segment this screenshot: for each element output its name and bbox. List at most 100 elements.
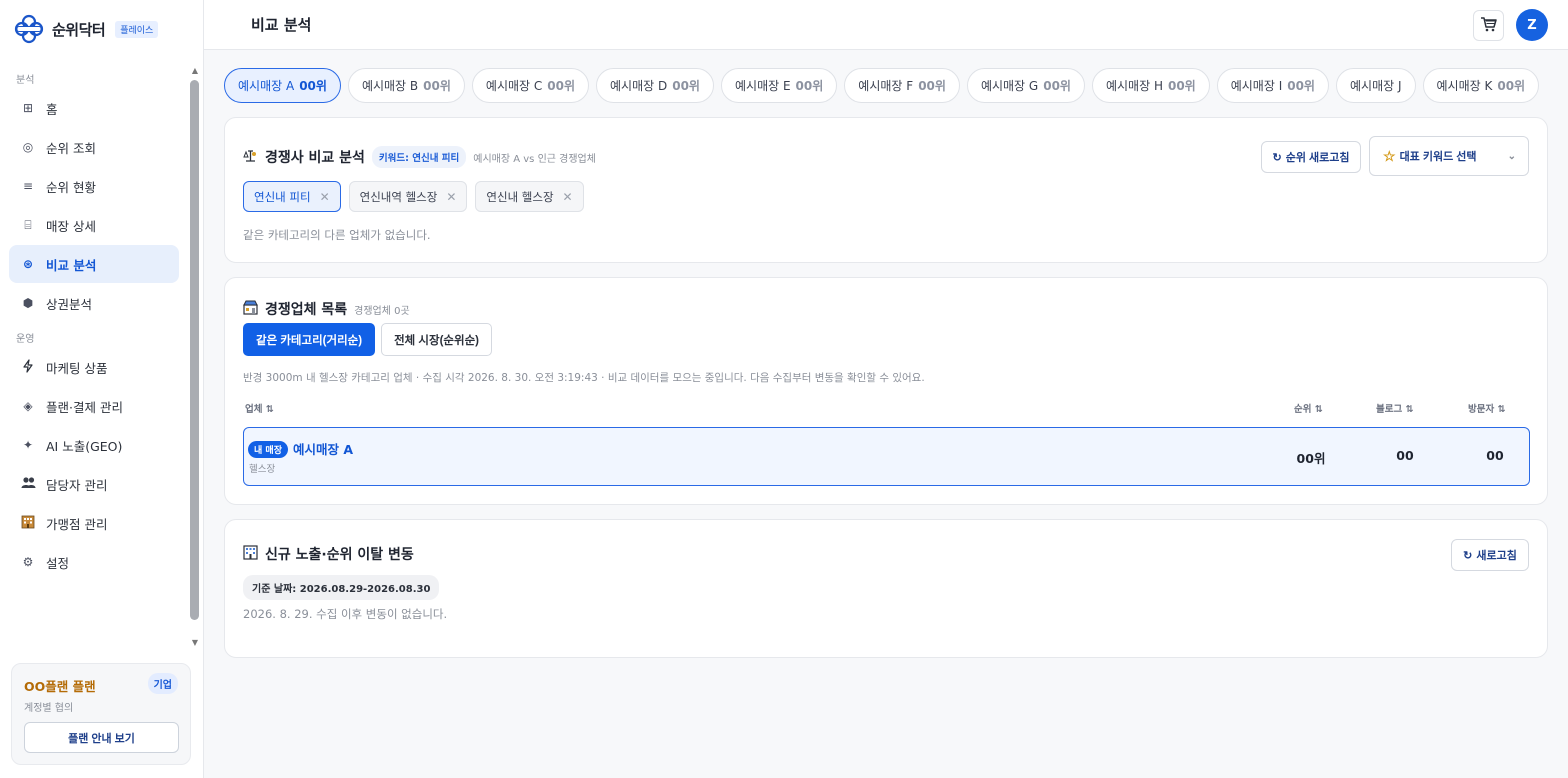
brand-logo-icon bbox=[14, 14, 44, 44]
store-tab-rank: 00위 bbox=[1043, 79, 1071, 93]
sidebar-item-label: 비교 분석 bbox=[46, 257, 97, 273]
scroll-down-arrow-icon[interactable]: ▼ bbox=[190, 638, 200, 648]
scroll-thumb[interactable] bbox=[190, 80, 199, 620]
column-header-visitor[interactable]: 방문자 ⇅ bbox=[1468, 401, 1506, 415]
store-tab-j[interactable]: 예시매장 J bbox=[1335, 68, 1416, 103]
plan-guide-button[interactable]: 플랜 안내 보기 bbox=[24, 722, 179, 753]
store-tab-d[interactable]: 예시매장 D 00위 bbox=[596, 68, 714, 103]
refresh-icon: ↻ bbox=[1272, 151, 1282, 164]
keyword-chip[interactable]: 연신내 헬스장 ✕ bbox=[475, 181, 584, 212]
store-tab-g[interactable]: 예시매장 G 00위 bbox=[966, 68, 1085, 103]
store-tab-h[interactable]: 예시매장 H 00위 bbox=[1091, 68, 1210, 103]
compare-icon: ⊛ bbox=[22, 257, 34, 271]
store-tab-name: 예시매장 B bbox=[361, 79, 419, 93]
cart-icon bbox=[1480, 16, 1498, 35]
button-label: 새로고침 bbox=[1476, 550, 1517, 562]
store-tab-c[interactable]: 예시매장 C 00위 bbox=[471, 68, 590, 103]
store-tab-rank: 00위 bbox=[547, 79, 576, 93]
cart-button[interactable] bbox=[1473, 10, 1504, 41]
card-title: 신규 노출·순위 이탈 변동 bbox=[265, 547, 414, 563]
target-icon: ◎ bbox=[22, 140, 34, 154]
sidebar-item-label: 상권분석 bbox=[46, 296, 93, 312]
plan-subtitle: 계정별 협의 bbox=[24, 703, 74, 714]
sidebar-nav: 분석 ⊞ 홈 ◎ 순위 조회 ≡ 순위 현황 ⌸ 매장 상세 ⊛ 비교 분석 ⬢… bbox=[0, 66, 188, 626]
nav-section-operation: 운영 bbox=[16, 334, 35, 345]
sidebar-item-label: 가맹점 관리 bbox=[46, 516, 108, 532]
sidebar-item-compare[interactable]: ⊛ 비교 분석 bbox=[9, 245, 179, 283]
column-header-rank[interactable]: 순위 ⇅ bbox=[1294, 401, 1323, 415]
close-icon[interactable]: ✕ bbox=[320, 190, 330, 204]
sidebar-item-ai-geo[interactable]: ✦ AI 노출(GEO) bbox=[9, 426, 179, 464]
store-tab-k[interactable]: 예시매장 K 00위 bbox=[1422, 68, 1540, 103]
close-icon[interactable]: ✕ bbox=[563, 190, 573, 204]
refresh-icon: ↻ bbox=[1463, 549, 1473, 562]
brand[interactable]: 순위닥터 플레이스 bbox=[14, 14, 159, 44]
sidebar-item-home[interactable]: ⊞ 홈 bbox=[9, 89, 179, 127]
store-tab-name: 예시매장 H bbox=[1105, 79, 1163, 93]
refresh-button[interactable]: ↻ 새로고침 bbox=[1451, 539, 1529, 571]
sidebar-item-label: 순위 현황 bbox=[46, 179, 96, 195]
tab-same-category[interactable]: 같은 카테고리(거리순) bbox=[243, 323, 376, 356]
sidebar-item-franchise[interactable]: 가맹점 관리 bbox=[9, 504, 179, 542]
tab-whole-market[interactable]: 전체 시장(순위순) bbox=[381, 323, 492, 356]
sidebar-item-rank-status[interactable]: ≡ 순위 현황 bbox=[9, 167, 179, 205]
store-tab-rank: 00위 bbox=[1167, 79, 1196, 93]
sidebar-item-rank-search[interactable]: ◎ 순위 조회 bbox=[9, 128, 179, 166]
my-store-badge: 내 매장 bbox=[248, 441, 288, 458]
store-tab-a[interactable]: 예시매장 A 00위 bbox=[224, 68, 341, 103]
keyword-select-dropdown[interactable]: ☆ 대표 키워드 선택 ⌄ bbox=[1369, 136, 1529, 176]
grid-icon: ⊞ bbox=[22, 101, 34, 115]
sidebar-item-managers[interactable]: 담당자 관리 bbox=[9, 465, 179, 503]
chevron-down-icon: ⌄ bbox=[1507, 150, 1516, 162]
avatar[interactable]: Z bbox=[1516, 9, 1548, 41]
store-tab-rank: 00위 bbox=[1287, 79, 1315, 93]
rank-changes-header: 신규 노출·순위 이탈 변동 bbox=[243, 544, 414, 564]
store-tab-name: 예시매장 G bbox=[980, 79, 1039, 93]
sidebar-item-billing[interactable]: ◈ 플랜·결제 관리 bbox=[9, 387, 179, 425]
table-row[interactable]: 내 매장 예시매장 A 헬스장 00위 00 00 bbox=[243, 427, 1530, 486]
store-tab-rank: 00위 bbox=[795, 79, 824, 93]
empty-message: 2026. 8. 29. 수집 이후 변동이 없습니다. bbox=[243, 607, 448, 621]
store-tab-rank: 00위 bbox=[672, 79, 700, 93]
store-tabs: 예시매장 A 00위 예시매장 B 00위 예시매장 C 00위 예시매장 D 00위 … bbox=[224, 68, 1554, 104]
store-tab-name: 예시매장 I bbox=[1230, 79, 1283, 93]
hexagon-icon: ⬢ bbox=[22, 296, 34, 310]
store-tab-e[interactable]: 예시매장 E 00위 bbox=[720, 68, 838, 103]
brand-name: 순위닥터 bbox=[52, 20, 106, 39]
keyword-chip[interactable]: 연신내 피티 ✕ bbox=[243, 181, 341, 212]
store-tab-f[interactable]: 예시매장 F 00위 bbox=[844, 68, 960, 103]
store-tab-rank: 00위 bbox=[423, 79, 451, 93]
sidebar-item-label: 마케팅 상품 bbox=[46, 360, 108, 376]
plan-title: OO플랜 플랜 bbox=[24, 679, 96, 694]
sidebar-item-settings[interactable]: ⚙ 설정 bbox=[9, 543, 179, 581]
scale-icon bbox=[243, 148, 258, 167]
store-tab-rank: 00위 bbox=[918, 79, 946, 93]
store-tab-name: 예시매장 F bbox=[858, 79, 914, 93]
card-subtitle: 예시매장 A vs 인근 경쟁업체 bbox=[473, 153, 596, 165]
sidebar-item-store-detail[interactable]: ⌸ 매장 상세 bbox=[9, 206, 179, 244]
rank-refresh-button[interactable]: ↻ 순위 새로고침 bbox=[1261, 141, 1361, 173]
card-title: 경쟁사 비교 분석 bbox=[265, 150, 365, 166]
store-icon: ⌸ bbox=[24, 217, 32, 232]
keyword-chip[interactable]: 연신내역 헬스장 ✕ bbox=[348, 181, 468, 212]
plan-badge: 기업 bbox=[147, 673, 178, 694]
dropdown-label: 대표 키워드 선택 bbox=[1399, 151, 1477, 163]
store-tab-b[interactable]: 예시매장 B 00위 bbox=[347, 68, 465, 103]
keyword-badge: 키워드: 연신내 피티 bbox=[371, 146, 467, 168]
scroll-up-arrow-icon[interactable]: ▲ bbox=[190, 66, 200, 76]
sidebar-item-marketing[interactable]: 마케팅 상품 bbox=[9, 348, 179, 386]
column-header-name[interactable]: 업체 ⇅ bbox=[245, 401, 274, 415]
store-tab-name: 예시매장 E bbox=[734, 79, 791, 93]
sidebar-item-label: 매장 상세 bbox=[46, 218, 96, 234]
plan-card: OO플랜 플랜 기업 계정별 협의 플랜 안내 보기 bbox=[11, 663, 191, 765]
competitor-analysis-header: 경쟁사 비교 분석 키워드: 연신내 피티 예시매장 A vs 인근 경쟁업체 bbox=[243, 146, 596, 168]
lightning-icon bbox=[20, 358, 36, 376]
sidebar-item-trade-area[interactable]: ⬢ 상권분석 bbox=[9, 284, 179, 322]
competitor-analysis-card: 경쟁사 비교 분석 키워드: 연신내 피티 예시매장 A vs 인근 경쟁업체 … bbox=[224, 117, 1548, 263]
sidebar-item-label: 순위 조회 bbox=[46, 140, 96, 156]
store-tab-i[interactable]: 예시매장 I 00위 bbox=[1216, 68, 1329, 103]
column-header-blog[interactable]: 블로그 ⇅ bbox=[1376, 401, 1414, 415]
close-icon[interactable]: ✕ bbox=[446, 190, 456, 204]
store-tab-name: 예시매장 C bbox=[485, 79, 543, 93]
sidebar-scrollbar[interactable]: ▲ ▼ bbox=[189, 66, 201, 648]
